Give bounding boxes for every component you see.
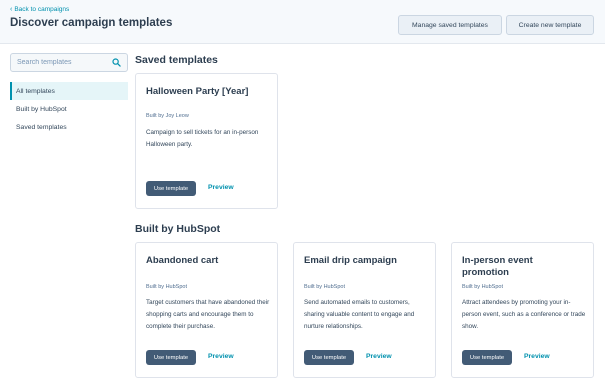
- use-template-button[interactable]: Use template: [304, 350, 354, 365]
- template-card-email-drip: Email drip campaign Built by HubSpot Sen…: [293, 242, 436, 378]
- preview-link[interactable]: Preview: [366, 353, 392, 360]
- card-description: Send automated emails to customers, shar…: [304, 299, 415, 330]
- create-new-template-button[interactable]: Create new template: [506, 15, 594, 35]
- template-card-halloween: Halloween Party [Year] Built by Joy Leow…: [135, 73, 278, 209]
- chevron-left-icon: ‹: [10, 6, 13, 13]
- card-byline: Built by HubSpot: [304, 284, 345, 290]
- sidebar-item-saved-templates[interactable]: Saved templates: [10, 118, 128, 136]
- saved-templates-heading: Saved templates: [135, 54, 218, 66]
- use-template-button[interactable]: Use template: [146, 181, 196, 196]
- search-icon[interactable]: [112, 58, 121, 67]
- page-header: ‹ Back to campaigns Discover campaign te…: [0, 0, 605, 44]
- card-byline: Built by Joy Leow: [146, 113, 189, 119]
- preview-link[interactable]: Preview: [208, 353, 234, 360]
- built-by-hubspot-heading: Built by HubSpot: [135, 223, 221, 235]
- back-to-campaigns-link[interactable]: ‹ Back to campaigns: [10, 6, 69, 13]
- sidebar-item-built-by-hubspot[interactable]: Built by HubSpot: [10, 100, 128, 118]
- card-description: Target customers that have abandoned the…: [146, 299, 270, 330]
- template-card-abandoned-cart: Abandoned cart Built by HubSpot Target c…: [135, 242, 278, 378]
- card-byline: Built by HubSpot: [462, 284, 503, 290]
- use-template-button[interactable]: Use template: [146, 350, 196, 365]
- card-title: In-person event promotion: [462, 255, 533, 278]
- card-title: Halloween Party [Year]: [146, 86, 249, 97]
- search-input[interactable]: [11, 54, 111, 71]
- template-card-in-person-event: In-person event promotion Built by HubSp…: [451, 242, 594, 378]
- use-template-button[interactable]: Use template: [462, 350, 512, 365]
- card-description: Attract attendees by promoting your in-p…: [462, 299, 586, 330]
- sidebar-item-all-templates[interactable]: All templates: [10, 82, 128, 100]
- sidebar-nav: All templates Built by HubSpot Saved tem…: [10, 82, 128, 136]
- page-title: Discover campaign templates: [10, 17, 173, 29]
- card-title: Email drip campaign: [304, 255, 397, 266]
- preview-link[interactable]: Preview: [524, 353, 550, 360]
- card-title: Abandoned cart: [146, 255, 219, 266]
- card-description: Campaign to sell tickets for an in-perso…: [146, 129, 259, 148]
- back-link-label: Back to campaigns: [14, 6, 70, 13]
- preview-link[interactable]: Preview: [208, 184, 234, 191]
- card-byline: Built by HubSpot: [146, 284, 187, 290]
- search-box: [10, 53, 128, 72]
- manage-saved-templates-button[interactable]: Manage saved templates: [398, 15, 502, 35]
